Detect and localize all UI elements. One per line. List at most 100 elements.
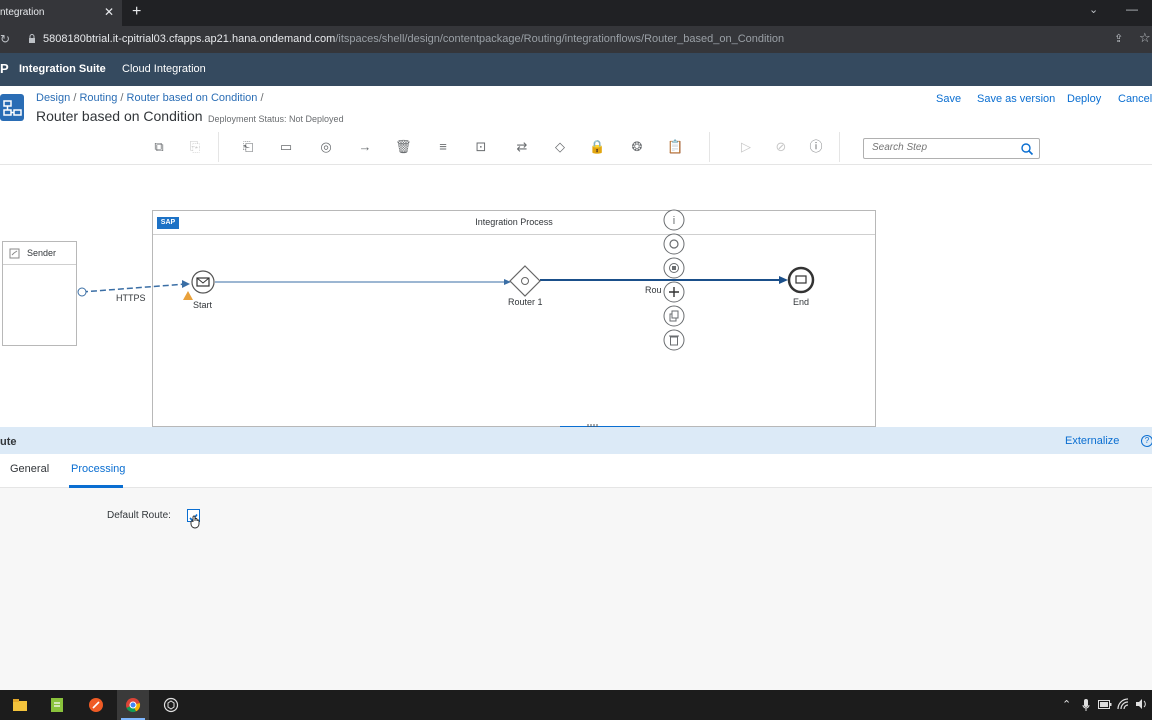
new-tab-button[interactable]: + [132,3,141,21]
https-label: HTTPS [116,293,146,303]
delete-icon[interactable]: 🗑 [395,139,412,155]
page-header: Design / Routing / Router based on Condi… [0,86,1152,130]
tab-general[interactable]: General [10,463,49,475]
router-gateway[interactable] [509,265,541,297]
breadcrumb-item-routing[interactable]: Routing [79,92,117,104]
persistence-icon[interactable]: ❂ [629,139,645,155]
search-icon[interactable] [1020,142,1034,156]
externalize-button[interactable]: Externalize [1065,435,1119,447]
os-taskbar: ⌃ [0,690,1152,720]
selected-tab-indicator [69,485,123,488]
security-lock-icon[interactable]: 🔒 [589,139,605,155]
chatgpt-app-icon[interactable] [163,697,179,713]
list-icon[interactable]: ≡ [435,139,451,155]
toolbar-divider [709,132,710,162]
deploy-button[interactable]: Deploy [1067,93,1101,105]
copy-icon[interactable]: ⧉ [151,139,167,155]
chevron-down-icon[interactable]: ⌄ [1089,3,1098,16]
trace-action-icon[interactable] [663,233,685,255]
url-host: 5808180btrial.it-cpitrial03.cfapps.ap21.… [43,33,336,45]
warning-icon[interactable] [183,291,193,300]
start-label: Start [193,300,213,310]
delete-action-icon[interactable] [663,329,685,351]
paste-icon: ⎘ [189,139,201,154]
stop-icon: ⊘ [775,139,787,154]
chrome-icon[interactable] [125,697,141,713]
properties-panel: ute Externalize ? General Processing Def… [0,427,1152,690]
events-icon[interactable]: ◎ [318,139,334,155]
breadcrumb-item-design[interactable]: Design [36,92,70,104]
https-connection[interactable] [81,283,187,293]
suite-title: Integration Suite [19,63,106,75]
properties-tabs: General Processing [0,454,1152,488]
bookmark-star-icon[interactable]: ☆ [1139,30,1151,46]
call-icon[interactable]: ⊡ [473,139,489,155]
integration-flow-icon [0,94,24,121]
search-input[interactable] [872,142,1012,153]
volume-icon[interactable] [1135,698,1147,710]
copy-action-icon[interactable] [663,305,685,327]
file-explorer-icon[interactable] [12,697,28,713]
reload-icon[interactable]: ↻ [0,32,10,46]
wifi-icon[interactable] [1117,698,1129,710]
validator-icon[interactable]: 📋 [667,139,683,155]
arrowhead [504,279,511,285]
share-icon[interactable]: ⇪ [1114,32,1123,45]
browser-tab-title: ntegration [0,7,45,18]
arrowhead [779,276,788,284]
search-step-box[interactable] [863,138,1040,159]
notepad-plus-icon[interactable] [49,697,65,713]
lock-icon [29,34,35,43]
connector-icon[interactable]: → [357,139,373,155]
toolbar-divider [839,132,840,162]
start-event[interactable] [191,270,215,294]
add-action-icon[interactable] [663,281,685,303]
minimize-window-icon[interactable]: — [1126,2,1138,16]
url-field[interactable]: 5808180btrial.it-cpitrial03.cfapps.ap21.… [43,33,784,45]
flow-diagram: i [77,209,815,427]
arrowhead [182,280,190,288]
tab-processing[interactable]: Processing [71,463,125,475]
end-label: End [793,297,810,307]
url-path: /itspaces/shell/design/contentpackage/Ro… [335,33,785,45]
properties-header: ute Externalize ? [0,427,1152,454]
help-icon[interactable]: ? [1141,435,1152,447]
hand-cursor-icon [190,515,200,529]
end-event[interactable] [787,266,815,294]
transform-icon[interactable]: ⇄ [514,139,530,155]
connection-source-dot [77,287,87,297]
design-canvas[interactable]: Sender SAP Integration Process i HTTPS S… [0,165,1152,427]
toolbar-divider [218,132,219,162]
product-name: Cloud Integration [122,63,206,75]
address-bar: ↻ 5808180btrial.it-cpitrial03.cfapps.ap2… [0,26,1152,53]
properties-title: ute [0,436,17,448]
deployment-status: Deployment Status: Not Deployed [208,114,344,124]
breadcrumb: Design / Routing / Router based on Condi… [36,92,264,104]
info-action-icon[interactable]: i [663,209,685,231]
run-icon: ▷ [741,139,751,154]
save-as-version-button[interactable]: Save as version [977,93,1055,105]
close-tab-icon[interactable]: ✕ [104,5,114,19]
stop-action-icon[interactable] [663,257,685,279]
microphone-icon[interactable] [1082,698,1090,712]
sap-logo[interactable]: P [0,61,9,76]
breadcrumb-separator: / [260,92,264,104]
chevron-up-icon[interactable]: ⌃ [1062,698,1071,711]
palette-toolbar: ⧉ ⎘ ⎗ ▭ ◎ → 🗑 ≡ ⊡ ⇄ ◇ 🔒 ❂ 📋 ▷ ⊘ ⓘ [0,130,1152,165]
route-label: Rou [645,285,662,295]
routing-diamond-icon[interactable]: ◇ [552,139,568,155]
default-route-label: Default Route: [107,510,171,521]
help-icon[interactable]: ⓘ [808,139,824,155]
save-button[interactable]: Save [936,93,961,105]
router-label: Router 1 [508,297,543,307]
browser-tab-strip: ntegration ✕ + ⌄ — [0,0,1152,26]
shell-bar: P Integration Suite Cloud Integration [0,53,1152,86]
add-participant-icon[interactable]: ⎗ [240,139,256,155]
cancel-button[interactable]: Cancel [1118,93,1152,105]
breadcrumb-item-iflow[interactable]: Router based on Condition [127,92,258,104]
browser-tab[interactable]: ntegration ✕ [0,0,122,26]
battery-icon[interactable] [1098,700,1112,709]
svg-text:i: i [673,215,675,227]
process-icon[interactable]: ▭ [278,139,294,155]
postman-icon[interactable] [88,697,104,713]
